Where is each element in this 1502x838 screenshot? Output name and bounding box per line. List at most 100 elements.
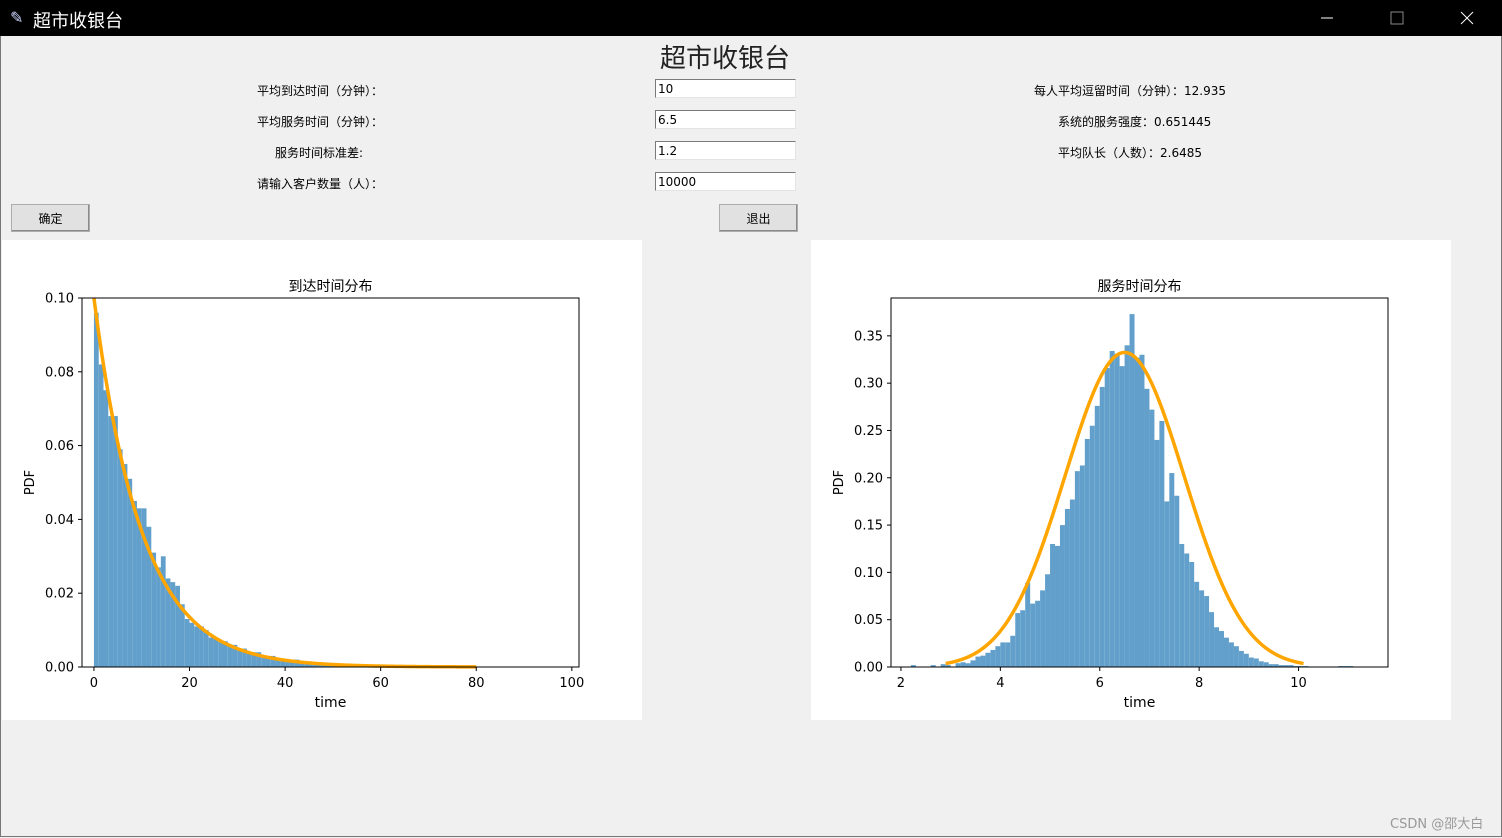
y-tick-label: 0.15 [854, 519, 883, 534]
histogram-bar [1253, 658, 1259, 667]
chart-title: 服务时间分布 [1098, 279, 1182, 295]
histogram-bar [1099, 386, 1105, 667]
histogram-bar [995, 646, 1001, 667]
arrival-plot-panel: 0 20 40 60 80 100 0.00 0.02 0.04 0.06 0.08 0.10 到达时间… [2, 240, 642, 720]
histogram-bar [1238, 650, 1244, 667]
histogram-bar [1144, 388, 1150, 667]
histogram-bar [1074, 471, 1080, 667]
arrival-histogram-chart: 0 20 40 60 80 100 0.00 0.02 0.04 0.06 0.08 0.10 到达时间… [23, 279, 584, 711]
histogram-bar [1223, 637, 1229, 667]
histogram-bar [203, 630, 209, 667]
x-tick-label: 4 [996, 676, 1004, 691]
arrival-time-label: 平均到达时间（分钟）： [257, 84, 384, 98]
x-tick-label: 0 [90, 676, 98, 691]
histogram-bar [1219, 631, 1224, 667]
histogram-bar [1134, 357, 1140, 667]
page-title: 超市收银台 [659, 44, 790, 74]
histogram-bar [151, 552, 157, 667]
y-axis-label: PDF [832, 470, 847, 495]
histogram-bar [218, 641, 223, 667]
histogram-bar [1248, 657, 1254, 667]
x-axis-label: time [315, 695, 347, 711]
histogram-bar [1189, 561, 1195, 667]
y-tick-label: 0.02 [45, 587, 74, 602]
x-tick-label: 8 [1195, 676, 1203, 691]
y-tick-label: 0.30 [854, 377, 883, 392]
histogram-bar [1114, 353, 1120, 667]
histogram-bar [127, 478, 133, 667]
histogram-bar [1154, 439, 1160, 667]
confirm-button[interactable]: 确定 [11, 204, 90, 232]
maximize-button[interactable] [1362, 0, 1432, 36]
histogram-bar [1030, 603, 1036, 667]
histogram-bar [1139, 354, 1145, 667]
histogram-bar [990, 649, 996, 667]
histogram-bar [1059, 525, 1065, 667]
histogram-bar [98, 364, 104, 667]
histogram-bar [194, 626, 200, 667]
histogram-bar [1109, 350, 1115, 667]
y-tick-label: 0.00 [854, 661, 883, 676]
window-title: 超市收银台 [33, 11, 123, 32]
histogram-bar [1258, 661, 1264, 667]
histogram-bar [113, 416, 118, 667]
histogram-bar [975, 656, 981, 667]
histogram-bar [160, 556, 166, 667]
histogram-bar [108, 416, 114, 667]
service-histogram-chart: 2 4 6 8 10 0.00 0.05 0.10 0.15 0.20 0.25 0.30 0.35 服务… [832, 279, 1389, 711]
histogram-bar [1209, 612, 1215, 667]
x-tick-label: 80 [468, 676, 485, 691]
service-intensity-result: 系统的服务强度：0.651445 [1058, 115, 1212, 129]
customer-count-input[interactable] [655, 172, 796, 191]
y-tick-label: 0.20 [854, 471, 883, 486]
histogram-bar [980, 655, 986, 667]
histogram-bar [1045, 574, 1051, 667]
histogram-bar [184, 619, 190, 667]
histogram-bar [1079, 465, 1085, 667]
x-tick-label: 6 [1096, 676, 1104, 691]
y-tick-label: 0.00 [45, 661, 74, 676]
y-tick-label: 0.06 [45, 439, 74, 454]
histogram-bar [1025, 582, 1031, 667]
arrival-time-input[interactable] [655, 79, 796, 98]
histogram-bar [1040, 590, 1046, 667]
histogram-bar [1005, 642, 1011, 667]
histogram-bar [1204, 596, 1210, 667]
histogram-bar [955, 663, 961, 667]
histogram-bar [1035, 600, 1041, 667]
close-button[interactable] [1432, 0, 1502, 36]
histogram-bar [1064, 508, 1070, 667]
histogram-bar [122, 464, 128, 667]
histogram-bar [1094, 405, 1100, 667]
histogram-bar [970, 660, 976, 667]
y-tick-label: 0.10 [45, 292, 74, 307]
histogram-bar [93, 312, 99, 667]
feather-icon: ✎ [10, 8, 24, 27]
service-std-label: 服务时间标准差: [275, 146, 364, 160]
histogram-bar [1184, 553, 1190, 667]
avg-stay-result: 每人平均逗留时间（分钟）：12.935 [1034, 84, 1226, 98]
histogram-bar [1104, 368, 1110, 667]
x-tick-label: 60 [372, 676, 389, 691]
exit-button[interactable]: 退出 [719, 204, 798, 232]
service-plot-panel: 2 4 6 8 10 0.00 0.05 0.10 0.15 0.20 0.25 0.30 0.35 服务… [811, 240, 1451, 720]
histogram-bar [179, 604, 185, 667]
service-time-label: 平均服务时间（分钟）： [257, 115, 384, 129]
x-tick-label: 20 [181, 676, 198, 691]
service-time-input[interactable] [655, 110, 796, 129]
histogram-bar [1050, 544, 1056, 667]
histogram-bar [965, 663, 971, 667]
close-icon [1460, 11, 1474, 25]
histogram-bar [1164, 501, 1170, 667]
histogram-bar [1020, 610, 1026, 667]
x-tick-label: 40 [277, 676, 294, 691]
minimize-button[interactable] [1292, 0, 1362, 36]
x-tick-label: 100 [559, 676, 584, 691]
histogram-bar [1199, 590, 1205, 667]
service-std-input[interactable] [655, 141, 796, 160]
histogram-bar [1194, 581, 1200, 667]
minimize-icon [1321, 17, 1333, 19]
maximize-icon [1390, 11, 1404, 25]
histogram-bar [1174, 495, 1180, 667]
histogram-bar [1159, 421, 1165, 667]
